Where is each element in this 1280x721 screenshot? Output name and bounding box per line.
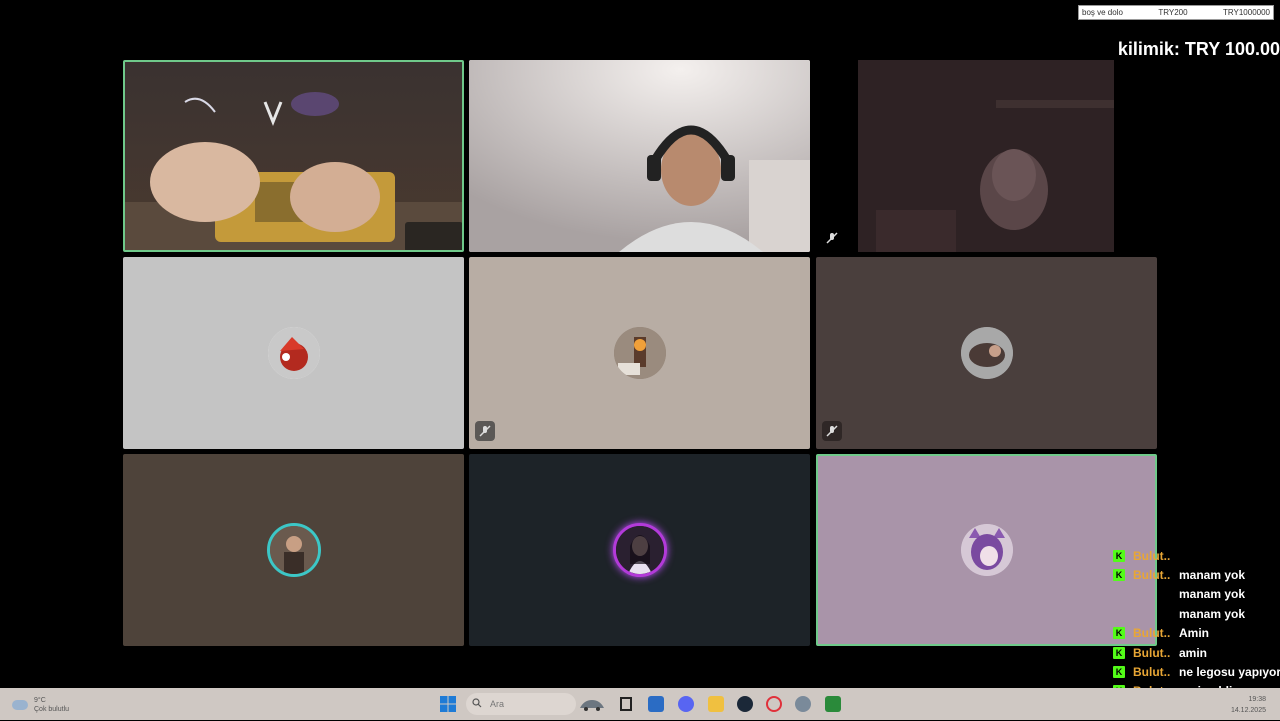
- search-placeholder: Ara: [490, 699, 505, 709]
- kick-badge-icon: K: [1113, 666, 1125, 679]
- chat-username: Bulut...: [1133, 548, 1171, 563]
- steam-icon[interactable]: [737, 696, 753, 712]
- cloud-icon: [12, 700, 28, 710]
- start-menu-icon[interactable]: [440, 696, 456, 712]
- system-clock[interactable]: 19:38 14.12.2025: [1231, 694, 1266, 716]
- chat-text: ne legosu yapıyor: [1179, 665, 1280, 680]
- search-input[interactable]: Ara: [466, 693, 576, 715]
- chat-message: K Bulut...: [1113, 546, 1280, 565]
- search-icon: [472, 698, 482, 710]
- weather-desc: Çok bulutlu: [34, 706, 70, 713]
- donation-label: boş ve dolo: [1082, 8, 1123, 17]
- kick-badge-icon: K: [1113, 646, 1125, 659]
- mic-muted-icon: [822, 228, 842, 248]
- camera-feed-headset-user: [469, 60, 810, 252]
- chat-username: Bulut...: [1133, 665, 1171, 680]
- camera-feed-lego: [125, 62, 462, 250]
- chat-username: Bulut...: [1133, 568, 1171, 583]
- chat-message: manam yok: [1113, 585, 1280, 604]
- donation-amount-1: TRY200: [1158, 8, 1188, 17]
- video-tile-dark-room[interactable]: [816, 60, 1157, 252]
- video-tile-9[interactable]: [816, 454, 1157, 646]
- video-tile-6[interactable]: [816, 257, 1157, 449]
- chat-text: amin: [1179, 645, 1208, 660]
- video-tile-4[interactable]: [123, 257, 464, 449]
- kick-badge-icon: K: [1113, 569, 1125, 582]
- avatar: [266, 523, 321, 577]
- video-tile-7[interactable]: [123, 454, 464, 646]
- chat-message: K Bulut... Amin: [1113, 624, 1280, 643]
- chat-text: manam yok: [1179, 568, 1246, 583]
- donation-amount-2: TRY1000000: [1223, 8, 1270, 17]
- store-icon[interactable]: [648, 696, 664, 712]
- mic-muted-icon: [822, 421, 842, 441]
- camera-feed-dark-room: [858, 60, 1114, 252]
- avatar: [960, 524, 1013, 576]
- video-tile-5[interactable]: [469, 257, 810, 449]
- chat-message: K Bulut... manam yok: [1113, 565, 1280, 584]
- chat-username: Bulut...: [1133, 645, 1171, 660]
- car-widget-icon[interactable]: [578, 696, 606, 712]
- video-tile-headset-user[interactable]: [469, 60, 810, 252]
- avatar: [267, 327, 320, 379]
- chat-text: Amin: [1179, 626, 1209, 641]
- video-tile-lego[interactable]: [123, 60, 464, 252]
- mic-muted-icon: [475, 421, 495, 441]
- donation-goal-bar: boş ve dolo TRY200 TRY1000000: [1078, 5, 1274, 20]
- weather-widget[interactable]: 9°C Çok bulutlu: [12, 696, 69, 714]
- video-tile-8[interactable]: [469, 454, 810, 646]
- weather-temp: 9°C: [34, 697, 46, 704]
- chat-username: Bulut...: [1133, 626, 1171, 641]
- kick-badge-icon: K: [1113, 549, 1125, 562]
- avatar: [612, 523, 667, 577]
- discord-icon[interactable]: [678, 696, 694, 712]
- chat-text: manam yok: [1179, 606, 1246, 621]
- chat-message: manam yok: [1113, 604, 1280, 623]
- chat-text: manam yok: [1179, 587, 1246, 602]
- chat-message: K Bulut... amin: [1113, 643, 1280, 662]
- settings-icon[interactable]: [795, 696, 811, 712]
- clock-time: 19:38: [1248, 696, 1266, 703]
- folder-icon[interactable]: [708, 696, 724, 712]
- clock-date: 14.12.2025: [1230, 707, 1266, 714]
- chat-message: K Bulut... ne legosu yapıyor: [1113, 662, 1280, 681]
- taskbar: 9°C Çok bulutlu Ara 19:38 14.12.2025: [0, 688, 1280, 720]
- donation-alert: kilimik: TRY 100.00: [1117, 39, 1280, 59]
- opera-icon[interactable]: [766, 696, 782, 712]
- avatar: [960, 327, 1013, 379]
- task-view-icon[interactable]: [618, 696, 634, 712]
- avatar: [613, 327, 666, 379]
- terminal-icon[interactable]: [825, 696, 841, 712]
- kick-badge-icon: K: [1113, 627, 1125, 640]
